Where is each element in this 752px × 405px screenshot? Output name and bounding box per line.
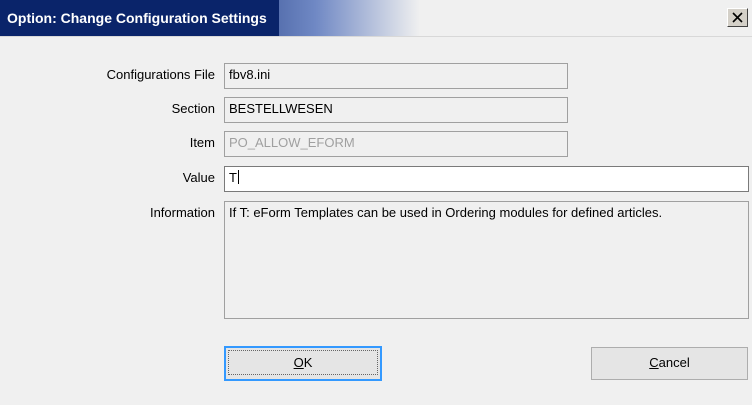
cancel-mnemonic: C xyxy=(649,355,659,370)
ok-label-rest: K xyxy=(303,355,313,370)
config-file-field: fbv8.ini xyxy=(224,63,568,89)
ok-mnemonic: O xyxy=(293,355,304,370)
config-file-value: fbv8.ini xyxy=(229,67,271,82)
close-icon xyxy=(732,12,743,23)
value-label: Value xyxy=(182,170,215,185)
section-field: BESTELLWESEN xyxy=(224,97,568,123)
ok-button-focus: OK xyxy=(228,350,378,375)
information-text: If T: eForm Templates can be used in Ord… xyxy=(229,205,663,220)
item-field: PO_ALLOW_EFORM xyxy=(224,131,568,157)
title-bar[interactable]: Option: Change Configuration Settings xyxy=(0,0,752,37)
ok-button[interactable]: OK xyxy=(224,346,382,381)
section-value: BESTELLWESEN xyxy=(229,101,333,116)
item-value: PO_ALLOW_EFORM xyxy=(229,135,355,150)
information-label: Information xyxy=(149,205,215,220)
information-box: If T: eForm Templates can be used in Ord… xyxy=(224,201,749,319)
value-input[interactable]: T xyxy=(224,166,749,192)
window-title: Option: Change Configuration Settings xyxy=(0,0,279,36)
change-config-dialog: Option: Change Configuration Settings Co… xyxy=(0,0,752,405)
close-button[interactable] xyxy=(727,8,748,27)
section-label: Section xyxy=(171,101,215,116)
cancel-label-rest: ancel xyxy=(658,355,690,370)
cancel-button[interactable]: Cancel xyxy=(591,347,748,380)
text-caret xyxy=(237,170,239,184)
value-text: T xyxy=(229,170,237,185)
config-file-label: Configurations File xyxy=(106,67,215,82)
item-label: Item xyxy=(189,135,215,150)
